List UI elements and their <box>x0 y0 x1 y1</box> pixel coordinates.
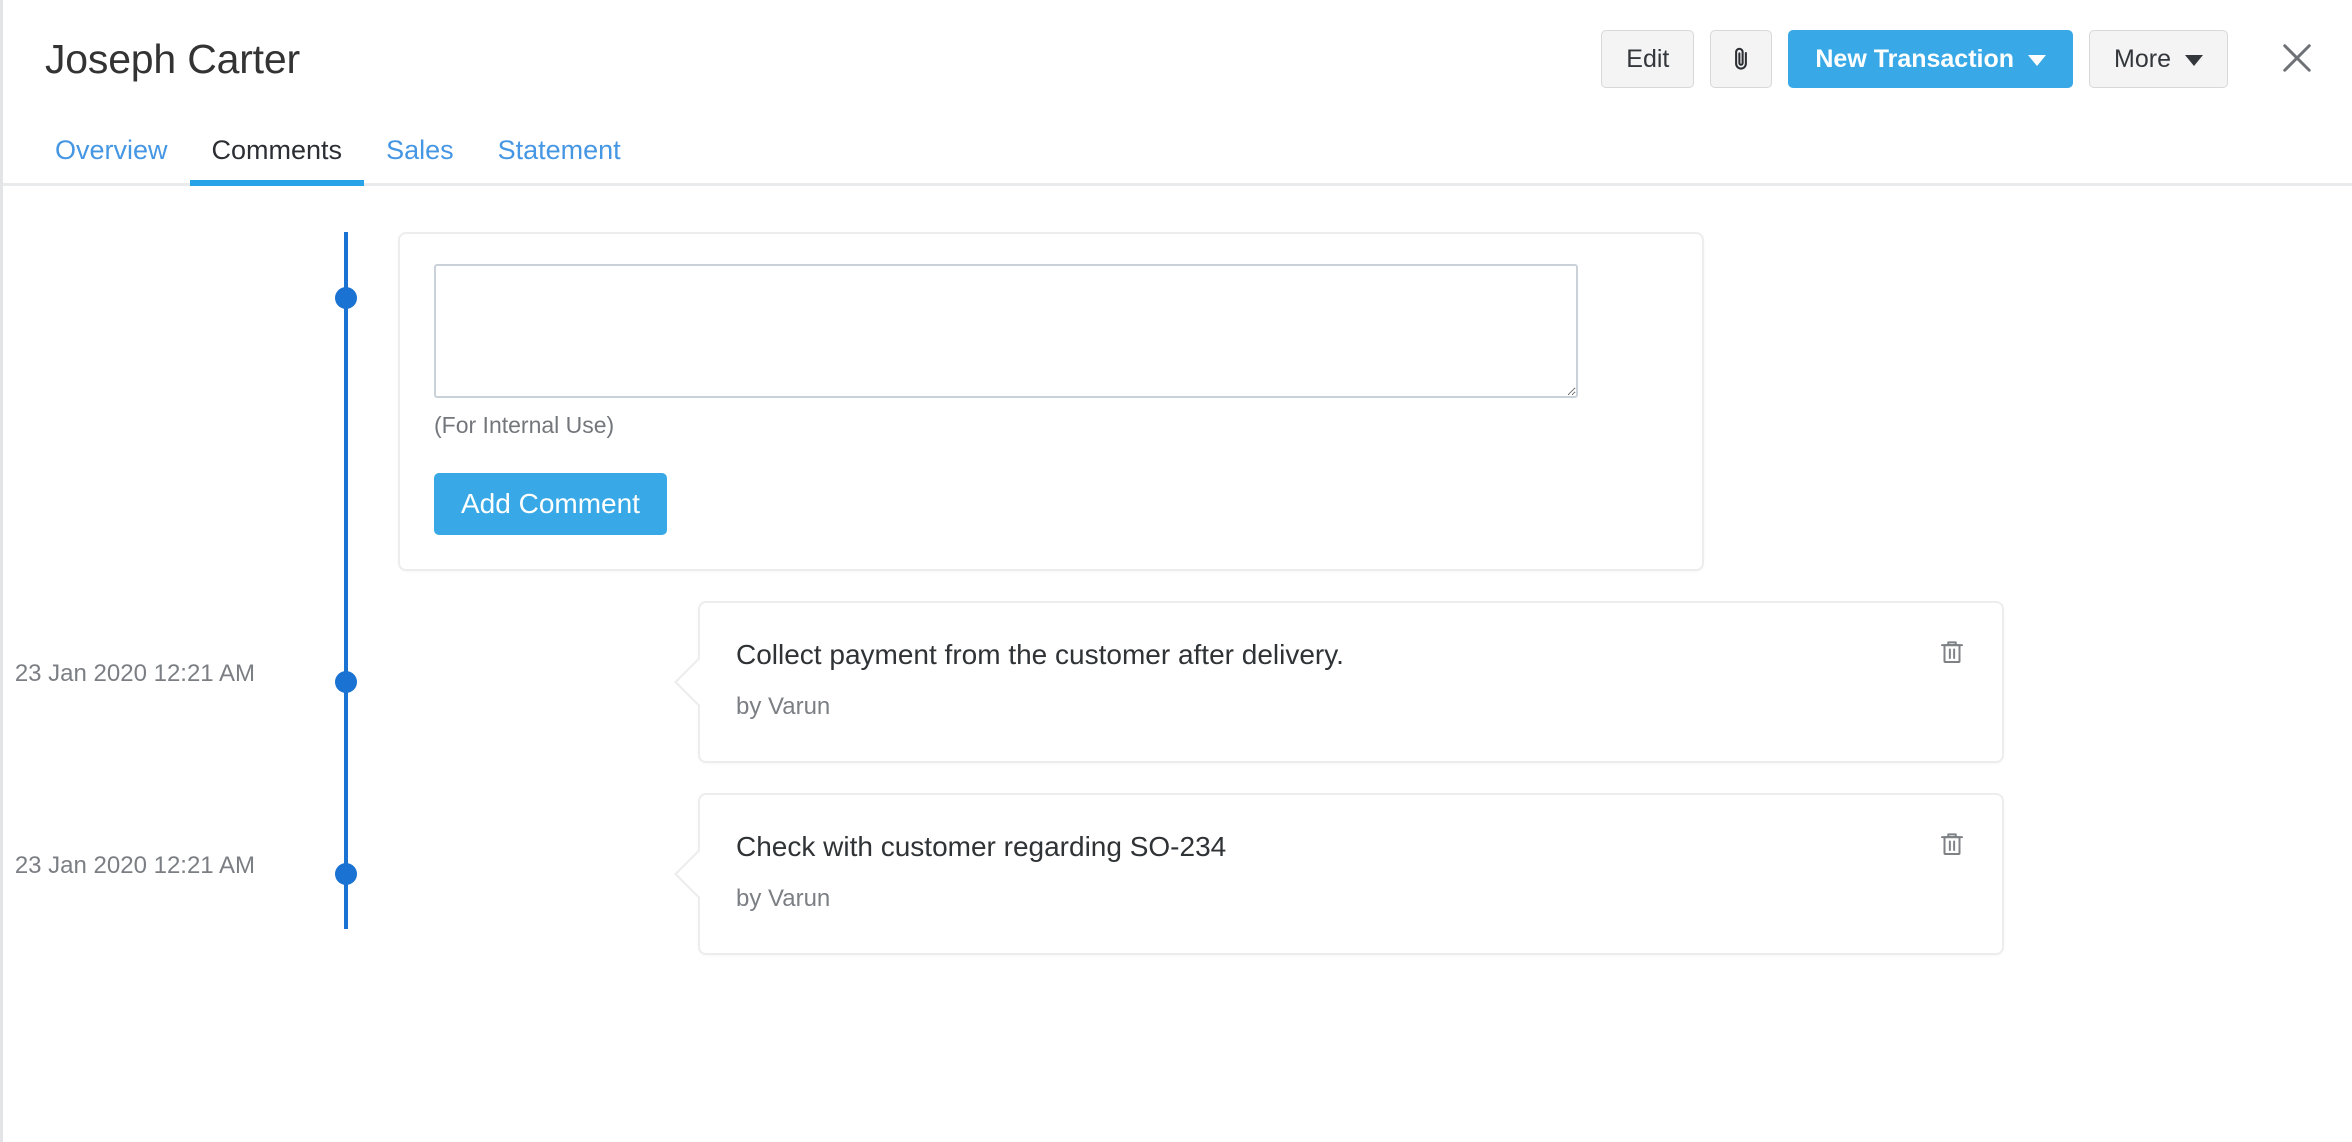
tab-sales[interactable]: Sales <box>364 135 476 183</box>
bubble-arrow <box>674 656 700 708</box>
more-button-label: More <box>2114 47 2171 72</box>
comment-card-wrap: Check with customer regarding SO-234 by … <box>698 793 2004 955</box>
spacer <box>3 571 2352 601</box>
paperclip-icon <box>1728 45 1754 73</box>
comment-author: by Varun <box>736 693 1966 721</box>
comment-row: 23 Jan 2020 12:21 AM Check with customer… <box>3 793 2352 955</box>
comment-timestamp: 23 Jan 2020 12:21 AM <box>3 793 303 884</box>
delete-comment-button[interactable] <box>1932 633 1972 673</box>
add-comment-card: (For Internal Use) Add Comment <box>398 232 1704 571</box>
comment-text: Check with customer regarding SO-234 <box>736 829 1966 865</box>
trash-icon <box>1937 829 1967 862</box>
more-button[interactable]: More <box>2089 30 2228 88</box>
tab-overview[interactable]: Overview <box>33 135 190 183</box>
comment-card-wrap: Collect payment from the customer after … <box>698 601 2004 763</box>
customer-detail-page: Joseph Carter Edit New Transaction More <box>0 0 2352 1142</box>
bubble-arrow <box>674 848 700 900</box>
tab-bar: Overview Comments Sales Statement <box>3 118 2352 186</box>
timeline-dot <box>335 287 357 309</box>
timeline-dot <box>335 863 357 885</box>
close-button[interactable] <box>2270 32 2324 86</box>
comment-text: Collect payment from the customer after … <box>736 637 1966 673</box>
tab-comments-label: Comments <box>212 135 343 165</box>
page-title: Joseph Carter <box>45 36 300 83</box>
comment-card: Check with customer regarding SO-234 by … <box>698 793 2004 955</box>
edit-button[interactable]: Edit <box>1601 30 1694 88</box>
tab-sales-label: Sales <box>386 135 454 165</box>
comment-card: Collect payment from the customer after … <box>698 601 2004 763</box>
add-comment-row: (For Internal Use) Add Comment <box>3 186 2352 571</box>
page-header: Joseph Carter Edit New Transaction More <box>3 0 2352 118</box>
edit-button-label: Edit <box>1626 47 1669 72</box>
comments-timeline: (For Internal Use) Add Comment 23 Jan 20… <box>3 186 2352 955</box>
chevron-down-icon <box>2185 55 2203 66</box>
timeline-dot <box>335 671 357 693</box>
internal-use-note: (For Internal Use) <box>434 412 1668 439</box>
tab-comments[interactable]: Comments <box>190 135 365 183</box>
new-transaction-button[interactable]: New Transaction <box>1788 30 2073 88</box>
delete-comment-button[interactable] <box>1932 825 1972 865</box>
trash-icon <box>1937 637 1967 670</box>
spacer <box>3 763 2352 793</box>
tab-overview-label: Overview <box>55 135 168 165</box>
tab-statement-label: Statement <box>498 135 621 165</box>
add-comment-button[interactable]: Add Comment <box>434 473 667 535</box>
comment-row: 23 Jan 2020 12:21 AM Collect payment fro… <box>3 601 2352 763</box>
attachment-button[interactable] <box>1710 30 1772 88</box>
comment-input[interactable] <box>434 264 1578 398</box>
comment-author: by Varun <box>736 885 1966 913</box>
tab-statement[interactable]: Statement <box>476 135 643 183</box>
new-transaction-label: New Transaction <box>1815 47 2014 72</box>
comment-timestamp: 23 Jan 2020 12:21 AM <box>3 601 303 692</box>
add-comment-card-wrap: (For Internal Use) Add Comment <box>398 232 1704 571</box>
comments-panel: (For Internal Use) Add Comment 23 Jan 20… <box>3 186 2352 1142</box>
close-icon <box>2276 37 2318 82</box>
chevron-down-icon <box>2028 55 2046 66</box>
header-actions: Edit New Transaction More <box>1601 30 2324 88</box>
